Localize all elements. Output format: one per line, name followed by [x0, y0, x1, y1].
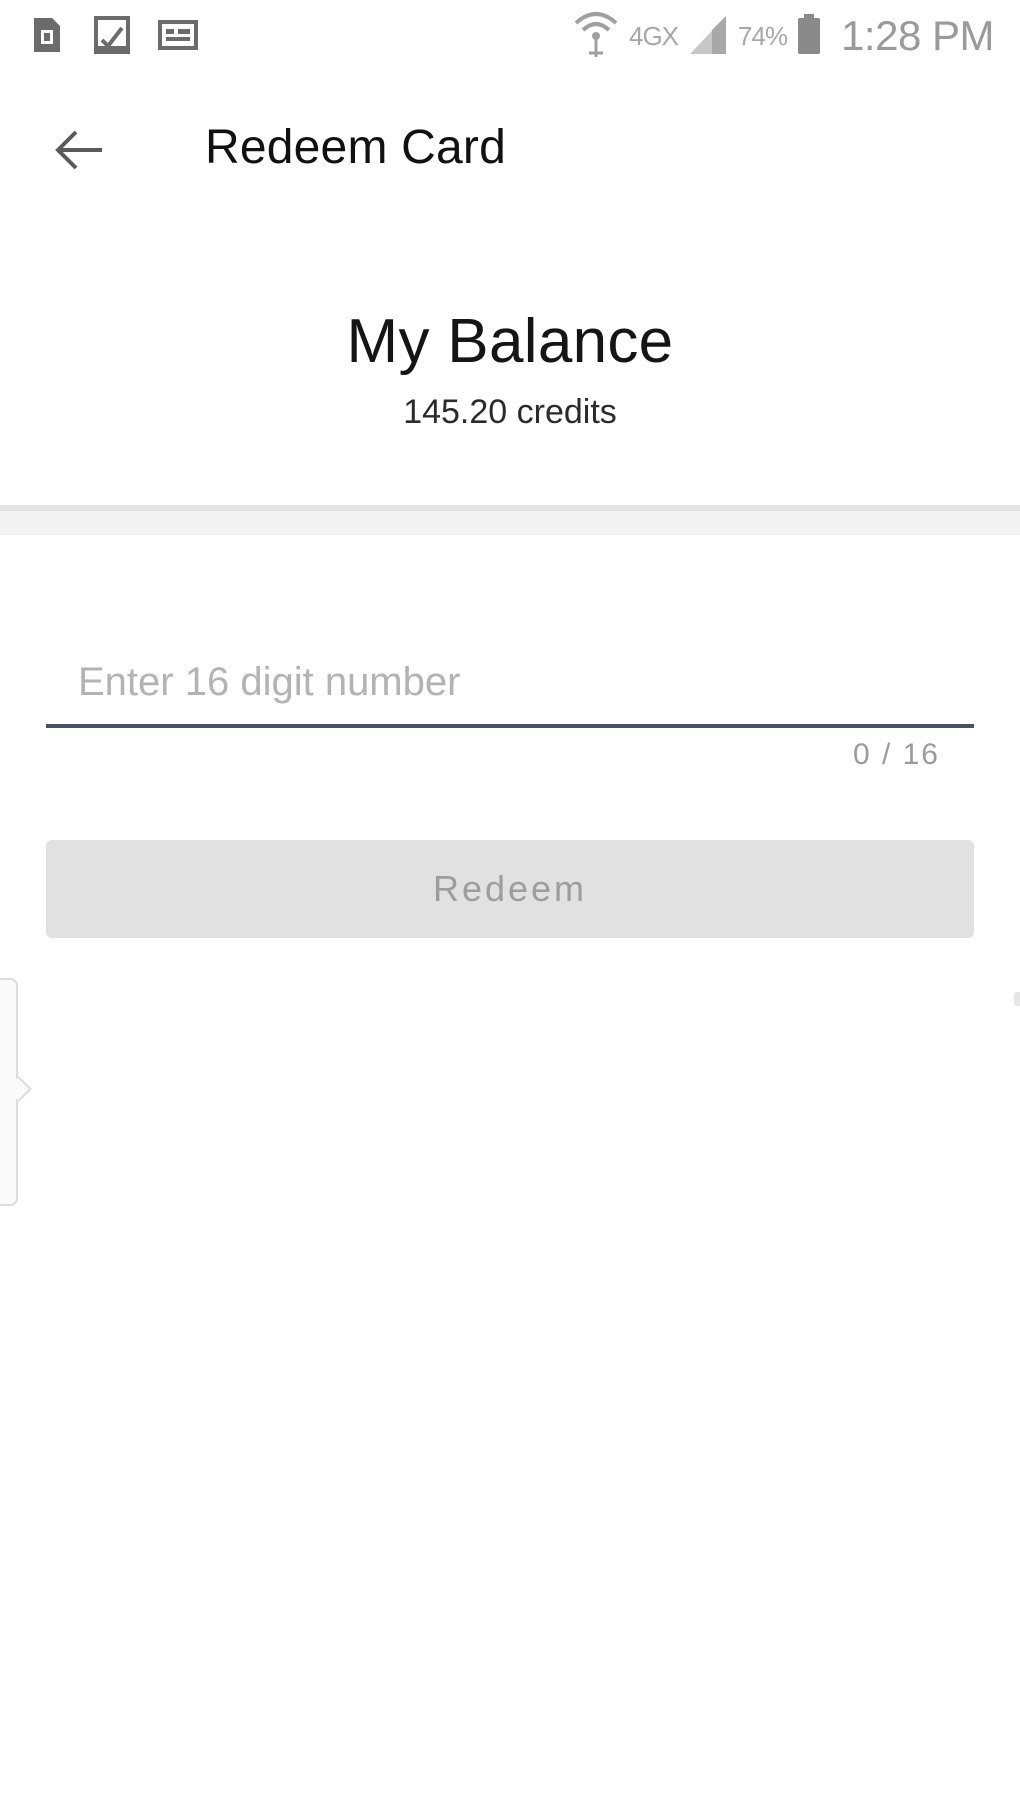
wifi-icon: [573, 9, 619, 64]
edge-panel-handle[interactable]: [0, 978, 32, 1206]
clock: 1:28 PM: [841, 12, 994, 59]
character-counter: 0 / 16: [852, 738, 940, 771]
signal-icon: [688, 12, 728, 61]
card-number-field: [46, 640, 974, 730]
battery-icon: [797, 13, 821, 60]
message-icon: [158, 16, 198, 54]
sim-card-icon: [30, 16, 64, 54]
network-type-label: 4GX: [629, 20, 679, 51]
input-underline: [46, 724, 974, 728]
balance-amount: 145.20 credits: [403, 393, 617, 431]
app-bar: Redeem Card: [0, 72, 1020, 230]
section-divider: [0, 511, 1020, 535]
battery-percent: 74%: [738, 20, 788, 51]
download-done-icon: [94, 16, 130, 54]
card-number-input[interactable]: [46, 640, 974, 724]
arrow-left-icon: [54, 128, 106, 177]
page-title: Redeem Card: [205, 121, 507, 174]
back-button[interactable]: [44, 116, 116, 188]
redeem-button[interactable]: Redeem: [46, 840, 974, 938]
balance-card: My Balance 145.20 credits: [0, 230, 1020, 511]
status-bar: 4GX 74% 1:28 PM: [0, 0, 1020, 72]
edge-indicator: [1014, 992, 1020, 1006]
balance-title: My Balance: [346, 307, 674, 376]
chevron-right-icon: [6, 1076, 32, 1102]
